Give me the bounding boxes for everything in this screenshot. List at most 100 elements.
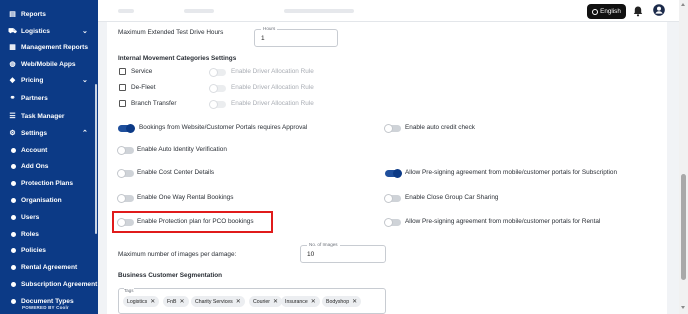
sidebar-item-label: Pricing <box>21 76 44 84</box>
page-scrollbar[interactable] <box>679 0 688 314</box>
setting-toggle[interactable] <box>384 124 401 133</box>
tag-chip-label: Courier <box>253 298 271 305</box>
sidebar-subitem-label: Rental Agreement <box>21 264 78 272</box>
faint-toolbar-item <box>118 9 134 13</box>
sidebar-item-label: Web/Mobile Apps <box>21 60 76 68</box>
category-label: De-Fleet <box>131 84 156 91</box>
setting-toggle[interactable] <box>384 194 401 203</box>
scroll-down-icon[interactable] <box>681 306 685 309</box>
top-bar: English <box>98 0 688 22</box>
close-icon[interactable]: ✕ <box>150 298 155 305</box>
scrollbar-thumb[interactable] <box>681 174 686 280</box>
setting-toggle[interactable] <box>384 218 401 227</box>
setting-toggle[interactable] <box>117 146 134 155</box>
bullet-icon <box>11 214 16 220</box>
task-icon: ☰ <box>9 113 16 120</box>
toggle-knob <box>384 218 393 227</box>
sidebar-subitem-organisation[interactable]: Organisation <box>0 192 98 208</box>
category-checkbox[interactable] <box>119 100 126 107</box>
sidebar-item-logistics[interactable]: ⛟ Logistics ⌄ <box>0 23 98 39</box>
chevron-down-icon: ⌄ <box>82 77 88 84</box>
toggle-knob <box>209 100 218 109</box>
tags-field-label: Tags <box>124 288 134 293</box>
sidebar-item-pricing[interactable]: ◆ Pricing ⌄ <box>0 72 98 88</box>
driver-allocation-toggle <box>209 100 226 109</box>
tag-chip-label: FnB <box>167 298 177 305</box>
driver-allocation-label: Enable Driver Allocation Rule <box>231 100 314 107</box>
sidebar-subitem-subscription-agreement[interactable]: Subscription Agreement <box>0 276 98 292</box>
reports-icon: ▤ <box>9 11 16 18</box>
close-icon[interactable]: ✕ <box>311 298 316 305</box>
user-avatar-icon[interactable] <box>653 4 665 16</box>
sidebar-subitem-add-ons[interactable]: Add Ons <box>0 159 98 175</box>
tag-chip: Courier ✕ <box>249 296 283 307</box>
driver-allocation-label: Enable Driver Allocation Rule <box>231 84 314 91</box>
sidebar-item-label: Logistics <box>21 27 50 35</box>
driver-allocation-toggle <box>209 84 226 93</box>
truck-icon: ⛟ <box>8 27 17 35</box>
chevron-down-icon: ⌄ <box>82 28 88 35</box>
sidebar: POWERED BY Coolr ▤ Reports ⛟ Logistics ⌄ ▦ Man… <box>0 0 98 314</box>
close-icon[interactable]: ✕ <box>236 298 241 305</box>
category-checkbox[interactable] <box>119 68 126 75</box>
tag-chip: Bodyshop ✕ <box>322 296 362 307</box>
setting-toggle[interactable] <box>117 169 134 178</box>
sidebar-subitem-roles[interactable]: Roles <box>0 226 98 242</box>
sidebar-item-task-manager[interactable]: ☰ Task Manager <box>0 108 98 124</box>
internal-movement-heading: Internal Movement Categories Settings <box>118 55 237 62</box>
toggle-knob <box>209 84 218 93</box>
bullet-icon <box>11 197 16 203</box>
globe-icon <box>592 8 599 15</box>
sidebar-subitem-account[interactable]: Account <box>0 142 98 158</box>
toggle-knob <box>209 68 218 77</box>
sidebar-item-reports[interactable]: ▤ Reports <box>0 6 98 22</box>
close-icon[interactable]: ✕ <box>352 298 357 305</box>
bell-icon[interactable] <box>632 5 644 17</box>
tag-chip-label: Insurance <box>285 298 308 305</box>
gear-icon: ⚙ <box>9 130 16 137</box>
setting-toggle[interactable] <box>118 124 135 133</box>
setting-toggle-label: Bookings from Website/Customer Portals r… <box>139 124 308 131</box>
sidebar-item-web-mobile-apps[interactable]: ◍ Web/Mobile Apps <box>0 56 98 72</box>
images-value: 10 <box>307 251 315 258</box>
tag-chip: FnB ✕ <box>163 296 189 307</box>
handshake-icon: ⚭ <box>9 95 16 102</box>
images-field[interactable]: No. of Images 10 <box>300 242 386 263</box>
sidebar-subitem-label: Document Types <box>21 297 74 305</box>
images-field-label: No. of Images <box>307 242 340 247</box>
sidebar-subitem-rental-agreement[interactable]: Rental Agreement <box>0 260 98 276</box>
sidebar-item-management-reports[interactable]: ▦ Management Reports <box>0 39 98 55</box>
bullet-icon <box>11 265 16 271</box>
close-icon[interactable]: ✕ <box>180 298 185 305</box>
category-checkbox[interactable] <box>119 84 126 91</box>
toggle-knob <box>384 194 393 203</box>
setting-toggle[interactable] <box>117 194 134 203</box>
globe-icon: ◍ <box>9 61 16 68</box>
sidebar-subitem-document-types[interactable]: Document Types <box>0 293 98 309</box>
category-label: Branch Transfer <box>131 100 177 107</box>
close-icon[interactable]: ✕ <box>273 298 278 305</box>
tags-field[interactable]: Tags Logistics ✕ FnB ✕ Charity Services ✕ Cour… <box>118 288 386 314</box>
sidebar-subitem-policies[interactable]: Policies <box>0 243 98 259</box>
bullet-icon <box>11 231 16 237</box>
bullet-icon <box>11 147 16 153</box>
setting-toggle-label: Enable Auto Identity Verification <box>137 146 227 153</box>
setting-toggle-label: Enable Cost Center Details <box>137 169 215 176</box>
sidebar-subitem-users[interactable]: Users <box>0 209 98 225</box>
toggle-knob <box>117 146 126 155</box>
sidebar-subitem-label: Protection Plans <box>21 180 74 188</box>
bullet-icon <box>11 181 16 187</box>
hours-field[interactable]: Hours 1 <box>254 26 338 47</box>
sidebar-subitem-label: Policies <box>21 247 46 255</box>
bullet-icon <box>11 164 16 170</box>
setting-toggle[interactable] <box>385 169 402 178</box>
scroll-up-icon[interactable] <box>681 3 685 6</box>
sidebar-item-settings[interactable]: ⚙ Settings ⌃ <box>0 125 98 141</box>
sidebar-item-label: Task Manager <box>21 112 65 120</box>
hours-field-label: Hours <box>261 26 278 31</box>
max-extended-hours-label: Maximum Extended Test Drive Hours <box>118 29 224 36</box>
language-button[interactable]: English <box>587 4 626 19</box>
sidebar-item-partners[interactable]: ⚭ Partners <box>0 90 98 106</box>
setting-toggle-label: Allow Pre-signing agreement from mobile/… <box>405 218 601 225</box>
sidebar-subitem-protection-plans[interactable]: Protection Plans <box>0 176 98 192</box>
